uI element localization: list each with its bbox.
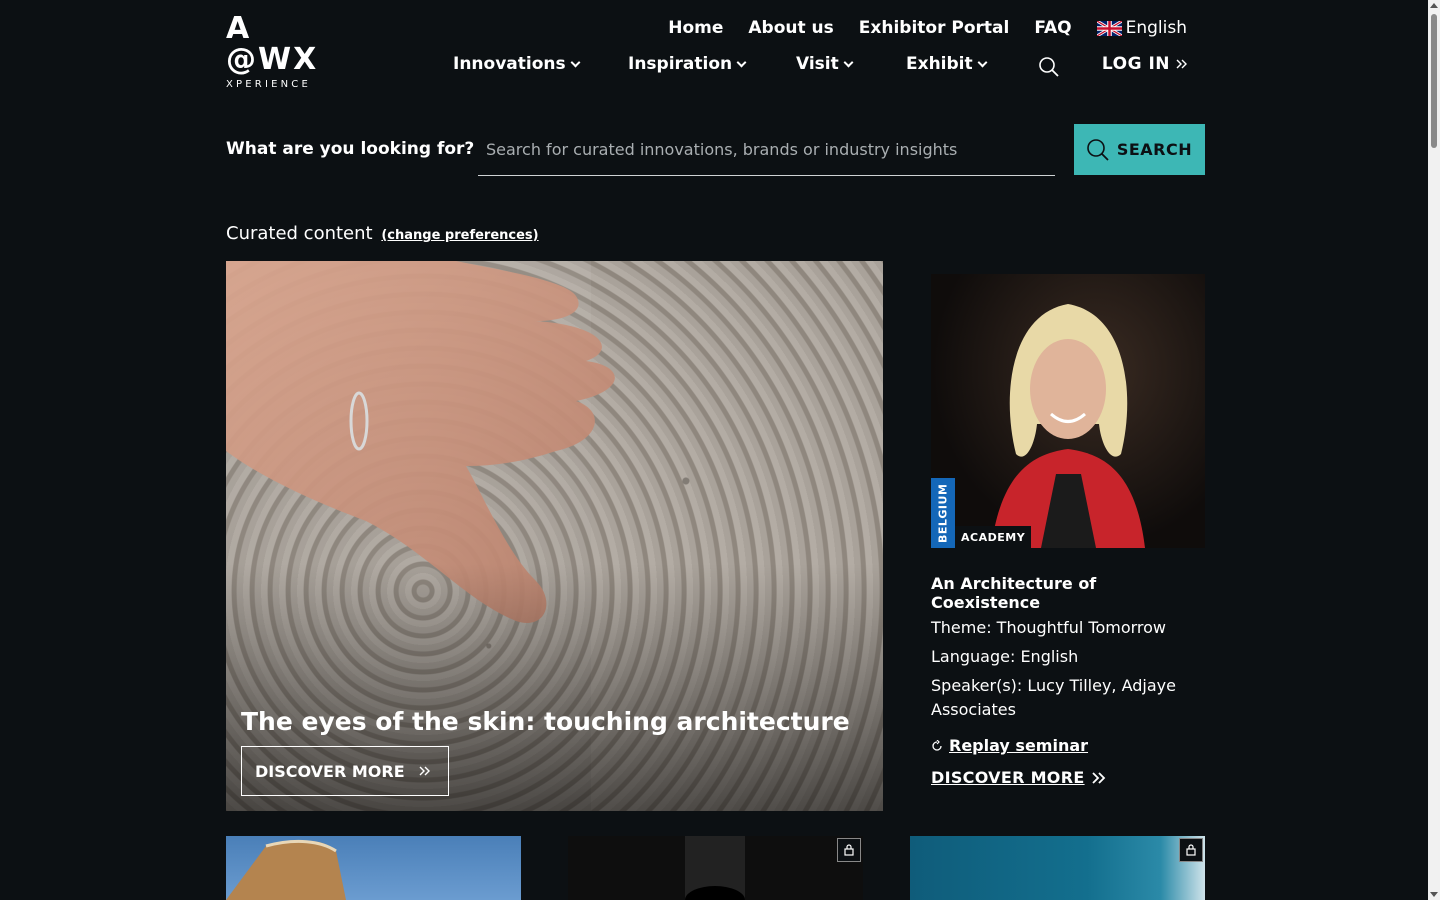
nav-exhibit[interactable]: Exhibit — [906, 54, 988, 74]
search-label: What are you looking for? — [226, 139, 475, 159]
nav-faq[interactable]: FAQ — [1034, 18, 1071, 38]
hero-discover-label: DISCOVER MORE — [255, 761, 405, 781]
chevron-down-icon — [570, 57, 581, 67]
lock-badge — [1179, 838, 1203, 862]
nav-visit-label: Visit — [796, 54, 839, 74]
tile-image-object — [685, 836, 745, 900]
logo-line-2: @WX — [226, 42, 319, 77]
hero-discover-button[interactable]: DISCOVER MORE — [241, 746, 449, 796]
content-tile[interactable] — [910, 836, 1205, 900]
nav-exhibitor-portal[interactable]: Exhibitor Portal — [859, 18, 1010, 38]
curated-heading: Curated content (change preferences) — [226, 223, 539, 244]
lock-icon — [1186, 844, 1196, 856]
tile-image-building — [226, 840, 346, 900]
search-button-label: SEARCH — [1116, 140, 1193, 159]
search-button[interactable]: SEARCH — [1074, 124, 1205, 175]
page-scrollbar[interactable] — [1428, 0, 1440, 900]
replay-icon — [932, 739, 942, 751]
nav-inspiration-label: Inspiration — [628, 54, 733, 74]
speaker-photo[interactable]: BELGIUM ACADEMY — [931, 274, 1205, 548]
nav-innovations-label: Innovations — [453, 54, 566, 74]
double-chevron-right-icon — [1091, 771, 1105, 784]
top-nav: Home About us Exhibitor Portal FAQ Engli… — [668, 18, 1187, 38]
search-icon — [1087, 138, 1109, 161]
site-logo[interactable]: A @WX XPERIENCE — [226, 14, 326, 94]
nav-innovations[interactable]: Innovations — [453, 54, 581, 74]
chevron-down-icon — [977, 57, 988, 67]
curated-label: Curated content — [226, 223, 373, 244]
card-discover-link[interactable]: DISCOVER MORE — [931, 768, 1107, 787]
speaker-portrait — [991, 304, 1145, 548]
chevron-down-icon — [843, 57, 854, 67]
card-language: Language: English — [931, 647, 1079, 666]
double-chevron-right-icon — [1176, 59, 1187, 69]
content-tile[interactable] — [568, 836, 863, 900]
card-title[interactable]: An Architecture of Coexistence — [931, 574, 1205, 612]
type-badge: ACADEMY — [955, 526, 1032, 548]
change-preferences-link[interactable]: (change preferences) — [381, 228, 538, 243]
hero-card[interactable]: The eyes of the skin: touching architect… — [226, 261, 883, 811]
nav-visit[interactable]: Visit — [796, 54, 854, 74]
double-chevron-right-icon — [419, 766, 430, 776]
replay-seminar-label: Replay seminar — [949, 736, 1089, 755]
uk-flag-icon — [1096, 20, 1122, 36]
nav-exhibit-label: Exhibit — [906, 54, 973, 74]
language-label: English — [1125, 18, 1187, 38]
logo-line-3: XPERIENCE — [226, 79, 311, 90]
search-icon[interactable] — [1039, 57, 1059, 77]
card-discover-label: DISCOVER MORE — [931, 768, 1085, 787]
login-link[interactable]: LOG IN — [1102, 54, 1188, 74]
nav-inspiration[interactable]: Inspiration — [628, 54, 747, 74]
logo-line-1: A — [226, 11, 252, 46]
chevron-down-icon — [736, 57, 747, 67]
login-label: LOG IN — [1101, 54, 1170, 74]
content-tile[interactable] — [226, 836, 521, 900]
card-speakers: Speaker(s): Lucy Tilley, Adjaye Associat… — [931, 676, 1176, 719]
search-input[interactable] — [478, 124, 1055, 176]
card-theme: Theme: Thoughtful Tomorrow — [931, 618, 1166, 637]
language-selector[interactable]: English — [1096, 18, 1187, 38]
scroll-up-icon[interactable] — [1430, 3, 1438, 8]
country-badge: BELGIUM — [931, 478, 955, 548]
lock-badge — [837, 838, 861, 862]
scrollbar-thumb[interactable] — [1431, 14, 1437, 148]
main-nav: Innovations Inspiration Visit Exhibit LO… — [453, 54, 1188, 78]
replay-seminar-link[interactable]: Replay seminar — [931, 736, 1088, 755]
nav-about-us[interactable]: About us — [748, 18, 833, 38]
lock-icon — [844, 844, 854, 856]
hero-title[interactable]: The eyes of the skin: touching architect… — [241, 707, 850, 736]
scroll-down-icon[interactable] — [1430, 892, 1438, 897]
nav-home[interactable]: Home — [668, 18, 723, 38]
